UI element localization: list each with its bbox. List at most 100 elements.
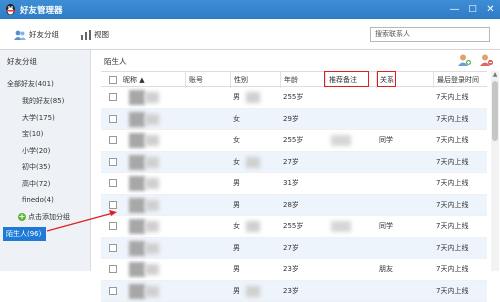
- last-login-cell: 7天内上线: [433, 259, 468, 280]
- table-header: 昵称 ▲ 账号 性别 年龄 推荐备注 关系 最后登录时间: [101, 71, 487, 87]
- table-row[interactable]: 男31岁7天内上线: [101, 173, 487, 195]
- toolbar: 好友分组 视图 搜索联系人: [0, 19, 500, 50]
- account-redacted: [246, 221, 260, 232]
- avatar: [129, 112, 145, 127]
- maximize-button[interactable]: □: [464, 1, 481, 18]
- row-checkbox[interactable]: [109, 179, 117, 187]
- gender-cell: 女: [230, 152, 240, 173]
- view-label: 视图: [94, 30, 109, 39]
- avatar: [129, 198, 145, 213]
- avatar: [129, 90, 145, 105]
- col-nickname[interactable]: 昵称 ▲: [120, 72, 145, 88]
- close-button[interactable]: ✕: [482, 1, 499, 18]
- table-row[interactable]: 女255岁同学7天内上线: [101, 216, 487, 238]
- table-row[interactable]: 男23岁朋友7天内上线: [101, 259, 487, 281]
- main-panel: 陌生人 昵称 ▲ 账号 性别 年龄 推荐备注 关系 最后登录时间 男255岁7天…: [91, 50, 500, 271]
- col-age[interactable]: 年龄: [280, 72, 298, 88]
- nickname-redacted: [145, 92, 159, 103]
- table-row[interactable]: 男 255岁 7天内上线: [101, 87, 487, 109]
- row-checkbox[interactable]: [109, 265, 117, 273]
- col-gender[interactable]: 性别: [230, 72, 248, 88]
- row-checkbox[interactable]: [109, 287, 117, 295]
- friend-group-tab[interactable]: 好友分组: [14, 27, 59, 42]
- age-cell: 255岁: [280, 87, 303, 108]
- gender-cell: 男: [230, 281, 240, 302]
- remark-redacted: [331, 135, 351, 146]
- relation-cell: 朋友: [376, 259, 393, 280]
- vertical-scrollbar[interactable]: ▲: [491, 71, 499, 271]
- select-all-checkbox[interactable]: [109, 76, 117, 84]
- add-friend-icon[interactable]: [457, 54, 471, 66]
- col-last-login[interactable]: 最后登录时间: [433, 72, 479, 88]
- table-row[interactable]: 女29岁7天内上线: [101, 109, 487, 131]
- sidebar-item-bao[interactable]: 宝(10): [22, 128, 43, 140]
- relation-cell: [376, 195, 379, 216]
- last-login-cell: 7天内上线: [433, 173, 468, 194]
- col-account[interactable]: 账号: [185, 72, 203, 88]
- row-checkbox[interactable]: [109, 158, 117, 166]
- row-checkbox[interactable]: [109, 201, 117, 209]
- avatar: [129, 155, 145, 170]
- friend-table: 昵称 ▲ 账号 性别 年龄 推荐备注 关系 最后登录时间 男255岁7天内上线女…: [101, 71, 487, 302]
- relation-cell: [376, 152, 379, 173]
- age-cell: 23岁: [280, 281, 299, 302]
- last-login-cell: 7天内上线: [433, 281, 468, 302]
- sidebar-item-finedo[interactable]: finedo(4): [22, 194, 54, 206]
- gender-cell: 男: [230, 195, 240, 216]
- table-row[interactable]: 男28岁7天内上线: [101, 195, 487, 217]
- table-row[interactable]: 男27岁7天内上线: [101, 238, 487, 260]
- sidebar-item-university[interactable]: 大学(175): [22, 112, 55, 124]
- nickname-redacted: [145, 221, 159, 232]
- add-group-button[interactable]: +点击添加分组: [18, 211, 70, 223]
- nickname-redacted: [145, 286, 159, 297]
- last-login-cell: 7天内上线: [433, 152, 468, 173]
- gender-cell: 女: [230, 216, 240, 237]
- title-bar: 好友管理器 — □ ✕: [0, 0, 500, 19]
- relation-cell: [376, 281, 379, 302]
- gender-cell: 女: [230, 130, 240, 151]
- nickname-redacted: [145, 264, 159, 275]
- row-checkbox[interactable]: [109, 93, 117, 101]
- nickname-redacted: [145, 135, 159, 146]
- bar-chart-icon: [81, 30, 91, 40]
- scroll-up-arrow[interactable]: ▲: [491, 71, 499, 79]
- avatar: [129, 219, 145, 234]
- relation-cell: [376, 238, 379, 259]
- avatar: [129, 241, 145, 256]
- relation-cell: [376, 173, 379, 194]
- last-login-cell: 7天内上线: [433, 216, 468, 237]
- remove-friend-icon[interactable]: [479, 54, 493, 66]
- age-cell: 23岁: [280, 259, 299, 280]
- row-checkbox[interactable]: [109, 244, 117, 252]
- row-checkbox[interactable]: [109, 136, 117, 144]
- row-checkbox[interactable]: [109, 222, 117, 230]
- sidebar-item-strangers[interactable]: 陌生人(96): [3, 227, 46, 241]
- nickname-redacted: [145, 243, 159, 254]
- relation-cell: [376, 109, 379, 130]
- age-cell: 29岁: [280, 109, 299, 130]
- search-input[interactable]: 搜索联系人: [370, 27, 490, 42]
- sidebar-item-all[interactable]: 全部好友(401): [7, 78, 54, 90]
- remark-highlight-box: [324, 71, 369, 87]
- last-login-cell: 7天内上线: [433, 130, 468, 151]
- sidebar-item-my-friends[interactable]: 我的好友(85): [22, 95, 64, 107]
- sidebar-item-high[interactable]: 高中(72): [22, 178, 50, 190]
- relation-cell: [376, 87, 379, 108]
- scrollbar-thumb[interactable]: [492, 81, 498, 141]
- table-row[interactable]: 女 27岁 7天内上线: [101, 152, 487, 174]
- gender-cell: 男: [230, 87, 240, 108]
- minimize-button[interactable]: —: [446, 1, 463, 18]
- table-row[interactable]: 女255岁同学7天内上线: [101, 130, 487, 152]
- gender-cell: 男: [230, 238, 240, 259]
- account-redacted: [246, 92, 260, 103]
- sidebar-item-middle[interactable]: 初中(35): [22, 161, 50, 173]
- age-cell: 27岁: [280, 152, 299, 173]
- row-checkbox[interactable]: [109, 115, 117, 123]
- view-tab[interactable]: 视图: [81, 27, 109, 42]
- sidebar-item-primary[interactable]: 小学(20): [22, 145, 50, 157]
- gender-cell: 男: [230, 173, 240, 194]
- add-group-label: 点击添加分组: [28, 213, 70, 221]
- table-row[interactable]: 男 23岁 7天内上线: [101, 281, 487, 302]
- last-login-cell: 7天内上线: [433, 87, 468, 108]
- avatar: [129, 176, 145, 191]
